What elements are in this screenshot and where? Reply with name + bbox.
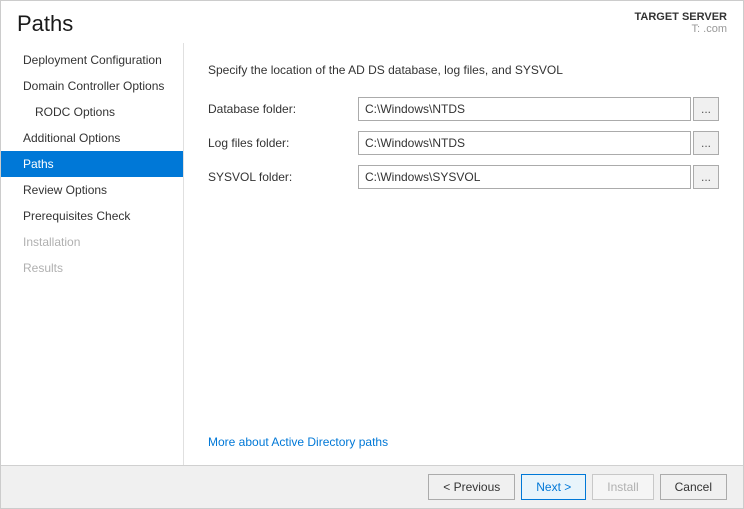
browse-button-database-folder[interactable]: ... [693, 97, 719, 121]
sidebar: Deployment ConfigurationDomain Controlle… [1, 43, 184, 465]
content-area: Specify the location of the AD DS databa… [184, 43, 743, 465]
install-button: Install [592, 474, 653, 500]
header: Paths TARGET SERVER T: .com [1, 1, 743, 43]
sidebar-item-additional-options[interactable]: Additional Options [1, 125, 183, 151]
form-row-sysvol-folder: SYSVOL folder:... [208, 165, 719, 189]
sidebar-item-results: Results [1, 255, 183, 281]
input-group-sysvol-folder: ... [358, 165, 719, 189]
browse-button-log-files-folder[interactable]: ... [693, 131, 719, 155]
label-log-files-folder: Log files folder: [208, 136, 358, 150]
content-description: Specify the location of the AD DS databa… [208, 63, 719, 77]
input-database-folder[interactable] [358, 97, 691, 121]
body-row: Deployment ConfigurationDomain Controlle… [1, 43, 743, 465]
footer: < Previous Next > Install Cancel [1, 465, 743, 508]
target-server-value: T: .com [635, 23, 728, 35]
sidebar-item-installation: Installation [1, 229, 183, 255]
input-group-database-folder: ... [358, 97, 719, 121]
form-row-log-files-folder: Log files folder:... [208, 131, 719, 155]
input-log-files-folder[interactable] [358, 131, 691, 155]
label-database-folder: Database folder: [208, 102, 358, 116]
label-sysvol-folder: SYSVOL folder: [208, 170, 358, 184]
form-rows: Database folder:...Log files folder:...S… [208, 97, 719, 199]
cancel-button[interactable]: Cancel [660, 474, 727, 500]
target-server-label: TARGET SERVER [635, 11, 728, 23]
sidebar-item-deployment-configuration[interactable]: Deployment Configuration [1, 47, 183, 73]
more-link[interactable]: More about Active Directory paths [208, 435, 719, 449]
main-window: Paths TARGET SERVER T: .com Deployment C… [0, 0, 744, 509]
sidebar-item-review-options[interactable]: Review Options [1, 177, 183, 203]
sidebar-item-paths[interactable]: Paths [1, 151, 183, 177]
next-button[interactable]: Next > [521, 474, 586, 500]
sidebar-item-prerequisites-check[interactable]: Prerequisites Check [1, 203, 183, 229]
sidebar-item-domain-controller-options[interactable]: Domain Controller Options [1, 73, 183, 99]
input-group-log-files-folder: ... [358, 131, 719, 155]
target-server-info: TARGET SERVER T: .com [635, 11, 728, 35]
input-sysvol-folder[interactable] [358, 165, 691, 189]
previous-button[interactable]: < Previous [428, 474, 515, 500]
browse-button-sysvol-folder[interactable]: ... [693, 165, 719, 189]
form-row-database-folder: Database folder:... [208, 97, 719, 121]
sidebar-item-rodc-options[interactable]: RODC Options [1, 99, 183, 125]
page-title: Paths [17, 11, 73, 37]
